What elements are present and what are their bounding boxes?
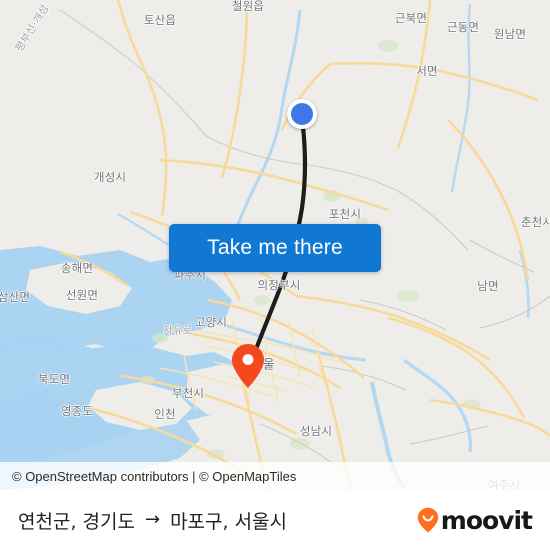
attribution-text[interactable]: © OpenStreetMap contributors | © OpenMap… <box>0 469 296 484</box>
footer-bar: 연천군, 경기도 → 마포구, 서울시 moovit <box>0 490 550 550</box>
map-pin-icon <box>232 344 264 388</box>
take-me-there-button[interactable]: Take me there <box>169 224 381 272</box>
map-canvas[interactable]: 평부선·개성 토산읍 철원읍 근북면 근동면 원남면 서면 개성시 포천시 춘천시 송해면 파주시 의… <box>0 0 550 490</box>
origin-marker[interactable] <box>287 99 317 129</box>
route-destination-label: 마포구, 서울시 <box>170 510 288 533</box>
destination-marker[interactable] <box>231 343 265 389</box>
moovit-wordmark: moovit <box>440 505 533 535</box>
moovit-pin-icon <box>417 507 438 533</box>
arrow-right-icon: → <box>144 509 161 530</box>
route-summary: 연천군, 경기도 → 마포구, 서울시 <box>18 507 287 534</box>
moovit-logo[interactable]: moovit <box>417 505 533 535</box>
origin-marker-dot <box>291 103 313 125</box>
map-attribution-bar: © OpenStreetMap contributors | © OpenMap… <box>0 462 550 490</box>
route-origin-label: 연천군, 경기도 <box>18 510 135 533</box>
